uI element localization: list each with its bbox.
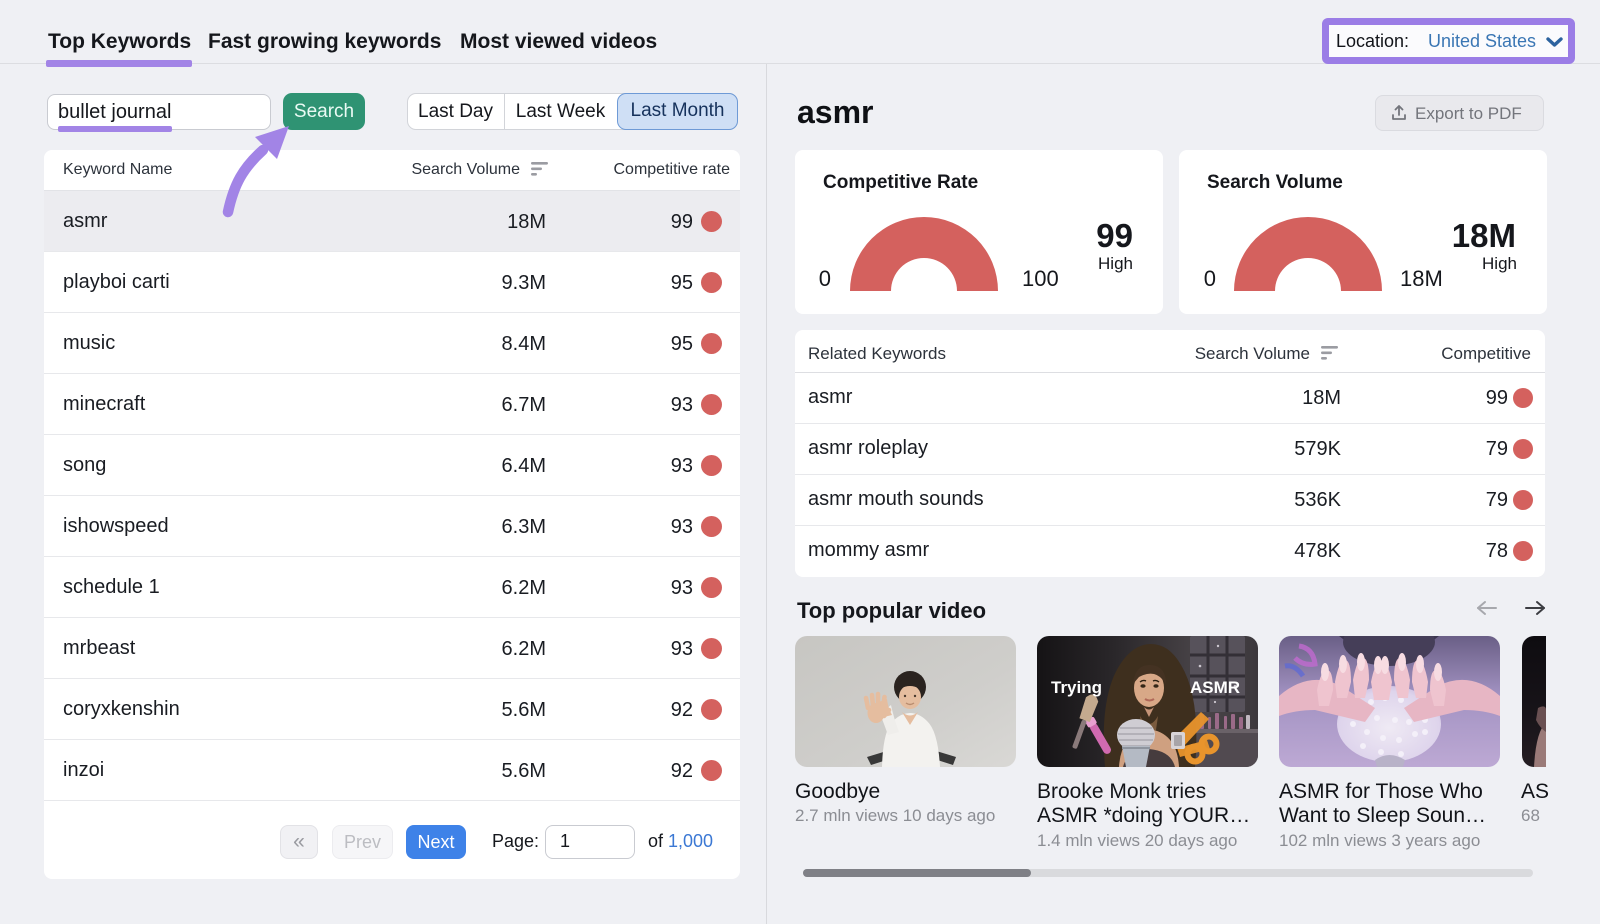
svg-text:ASMR: ASMR <box>1190 678 1240 697</box>
svg-text:Trying: Trying <box>1051 678 1102 697</box>
